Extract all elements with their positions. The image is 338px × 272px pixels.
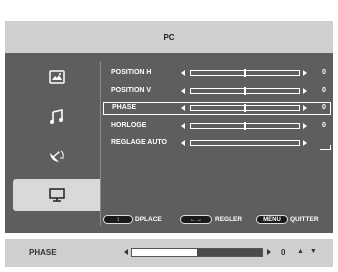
arrow-right-icon[interactable] [267,249,271,255]
status-slider[interactable] [131,248,263,257]
arrow-right-icon[interactable] [303,123,307,129]
slider-track[interactable] [190,69,300,77]
status-value: 0 [281,248,286,257]
nav-item-channels[interactable] [13,141,101,173]
exit-label: QUITTER [290,216,319,223]
arrow-left-icon[interactable] [181,88,185,94]
slider-knob[interactable] [244,104,246,112]
slider-knob[interactable] [244,69,246,77]
setting-label: REGLAGE AUTO [111,139,168,146]
setting-value: 0 [322,87,326,94]
slider-track[interactable] [190,87,300,95]
slider-track[interactable] [190,104,300,112]
nav-item-pc[interactable] [13,179,101,211]
arrow-right-icon[interactable] [303,70,307,76]
arrow-left-icon[interactable] [181,123,185,129]
satellite-dish-icon [50,150,64,162]
arrow-right-icon[interactable] [303,105,307,111]
move-key-badge: ↕ [103,215,133,224]
sidebar-divider [100,61,101,226]
setting-value: 0 [322,122,326,129]
setting-row-phase[interactable]: PHASE 0 [103,102,331,115]
status-bar: PHASE 0 ▲ ▼ [5,239,333,267]
setting-row-reglage-auto[interactable]: REGLAGE AUTO [103,138,331,151]
arrow-left-icon[interactable] [181,105,185,111]
setting-value: 0 [322,104,326,111]
arrow-left-icon[interactable] [124,249,128,255]
menu-key-badge: MENU [256,215,288,224]
setting-label: POSITION H [111,69,152,76]
arrow-right-icon[interactable] [303,88,307,94]
arrow-left-icon[interactable] [181,70,185,76]
slider-track[interactable] [190,122,300,130]
status-label: PHASE [29,248,57,257]
menu-title-bar: PC [5,21,333,53]
adjust-key-badge: ←→ [180,215,212,224]
leftright-arrows-icon: ←→ [190,216,202,223]
slider-knob[interactable] [244,87,246,95]
osd-menu: PC POSITION H 0 POSITION V 0 PHASE 0 HOR… [5,21,333,233]
key-legend: ↕ DPLACE ←→ REGLER MENU QUITTER [5,215,333,227]
nav-item-sound[interactable] [13,101,101,133]
monitor-icon [49,188,65,202]
setting-row-horloge[interactable]: HORLOGE 0 [103,121,331,134]
menu-title: PC [163,32,175,42]
setting-label: HORLOGE [111,122,147,129]
setting-row-position-h[interactable]: POSITION H 0 [103,68,331,81]
updown-arrows-icon: ↕ [116,216,120,223]
adjust-label: REGLER [215,216,243,223]
move-label: DPLACE [135,216,162,223]
setting-label: PHASE [112,104,137,111]
setting-label: POSITION V [111,87,152,94]
setting-row-position-v[interactable]: POSITION V 0 [103,86,331,99]
status-slider-remainder [197,249,262,256]
menu-key-text: MENU [263,216,281,223]
up-down-arrows-icon: ▲ ▼ [297,248,319,255]
arrow-right-icon[interactable] [303,140,307,146]
category-sidebar [13,61,101,223]
arrow-left-icon[interactable] [181,140,185,146]
status-slider-fill [132,249,197,256]
enter-icon [320,145,331,150]
auto-adjust-box[interactable] [190,140,331,150]
setting-value: 0 [322,69,326,76]
nav-item-picture[interactable] [13,61,101,93]
picture-icon [49,70,65,84]
slider-knob[interactable] [244,122,246,130]
music-note-icon [50,109,63,124]
